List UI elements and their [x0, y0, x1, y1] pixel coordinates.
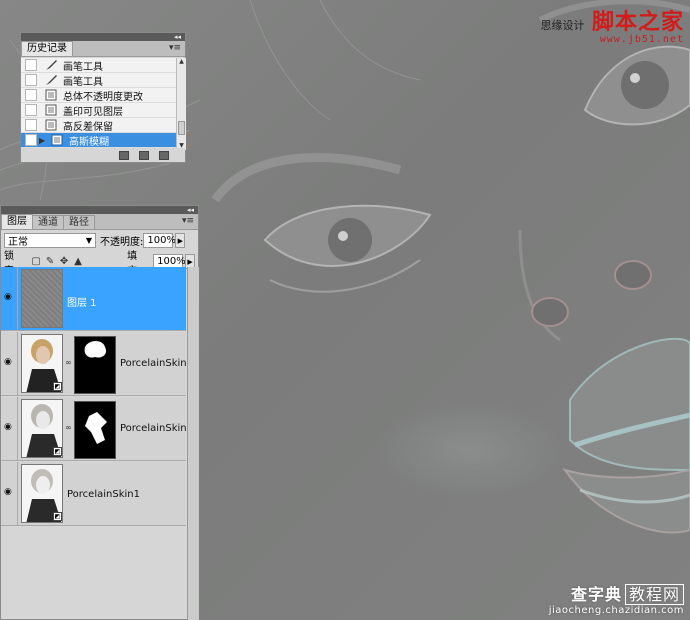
history-snapshot-checkbox[interactable]	[25, 119, 37, 131]
lock-image-pixels-icon[interactable]: ✎	[45, 256, 55, 267]
scrollbar-thumb[interactable]	[178, 121, 185, 135]
chain-link-icon[interactable]: ∞	[65, 423, 72, 432]
history-footer	[21, 148, 185, 162]
history-item[interactable]: 总体不透明度更改	[21, 88, 176, 103]
watermark-brand: 脚本之家	[591, 9, 684, 35]
smart-filter-badge-icon: ◩	[53, 512, 62, 521]
layer-row[interactable]: ◉ ◩ ∞ PorcelainSkin...	[1, 397, 196, 461]
collapse-icon[interactable]: ◂◂	[174, 33, 181, 41]
brush-icon	[44, 74, 58, 86]
history-scrollbar[interactable]: ▲ ▼	[176, 58, 186, 150]
eye-icon[interactable]: ◉	[4, 488, 14, 497]
watermark-bottom-url: jiaocheng.chazidian.com	[548, 605, 684, 616]
layer-name[interactable]: PorcelainSkin1	[67, 489, 140, 500]
smart-filter-badge-icon: ◩	[53, 447, 62, 456]
smart-filter-badge-icon: ◩	[53, 382, 62, 391]
layer-row[interactable]: ◉ ◩ PorcelainSkin1	[1, 462, 186, 526]
tab-channels[interactable]: 通道	[32, 215, 64, 229]
history-item-label: 高斯模糊	[69, 136, 109, 148]
panel-menu-icon[interactable]: ▾≡	[169, 43, 181, 53]
lock-position-icon[interactable]: ✥	[59, 256, 69, 267]
history-snapshot-checkbox[interactable]	[25, 74, 37, 86]
collapse-icon[interactable]: ◂◂	[187, 206, 194, 214]
layer-row[interactable]: ◉ ◩ ∞ PorcelainSkin...	[1, 332, 196, 396]
history-snapshot-checkbox[interactable]	[25, 59, 37, 71]
layer-row-selected[interactable]: ◉ 图层 1	[1, 267, 186, 331]
layers-scrollbar[interactable]	[187, 267, 199, 620]
tab-paths[interactable]: 路径	[63, 215, 95, 229]
chain-link-icon[interactable]: ∞	[65, 358, 72, 367]
watermark-bottom-text: 查字典	[570, 585, 622, 604]
brush-icon	[44, 59, 58, 71]
lock-transparent-pixels-icon[interactable]: ▢	[31, 256, 41, 267]
tab-layers[interactable]: 图层	[1, 214, 33, 229]
history-snapshot-checkbox[interactable]	[25, 134, 37, 146]
eye-icon[interactable]: ◉	[4, 423, 14, 432]
layers-tabbar: 图层 通道 路径 ▾≡	[1, 214, 198, 230]
history-item[interactable]: 高反差保留	[21, 118, 176, 133]
history-state-icon	[50, 134, 64, 146]
lips-shape	[562, 337, 690, 534]
history-item-label: 画笔工具	[63, 76, 103, 88]
history-snapshot-checkbox[interactable]	[25, 89, 37, 101]
eye-icon[interactable]: ◉	[4, 358, 14, 367]
layer-thumbnail	[21, 269, 63, 328]
history-panel: ◂◂ 历史记录 ▾≡ 画笔工具 画笔工具 总体不透明度更改 盖印可见图层 高反差…	[20, 32, 186, 163]
history-item-selected[interactable]: ▶ 高斯模糊	[21, 133, 176, 148]
lock-all-icon[interactable]: ▲	[73, 256, 83, 267]
history-state-icon	[44, 89, 58, 101]
new-document-from-state-icon[interactable]	[119, 150, 129, 160]
history-tabbar: 历史记录 ▾≡	[21, 41, 185, 57]
left-eye-shape	[263, 204, 432, 293]
blend-mode-value: 正常	[8, 237, 28, 248]
history-item-label: 画笔工具	[63, 61, 103, 73]
tab-history[interactable]: 历史记录	[21, 41, 73, 56]
history-item[interactable]: 画笔工具	[21, 73, 176, 88]
blend-mode-select[interactable]: 正常 ▼	[4, 233, 96, 248]
watermark-top: 思缘设计 脚本之家 www.jb51.net	[540, 4, 684, 45]
history-item-label: 总体不透明度更改	[63, 91, 143, 103]
eye-icon[interactable]: ◉	[4, 293, 14, 302]
layers-panel-titlebar[interactable]: ◂◂	[1, 206, 198, 214]
opacity-slider-arrow-icon[interactable]: ▶	[175, 233, 186, 248]
layer-name[interactable]: PorcelainSkin...	[120, 358, 196, 369]
history-item[interactable]: 盖印可见图层	[21, 103, 176, 118]
blend-opacity-row: 正常 ▼ 不透明度: 100% ▶	[1, 230, 198, 251]
history-state-icon	[44, 119, 58, 131]
layer-mask-thumbnail[interactable]	[74, 336, 116, 394]
chevron-down-icon: ▼	[85, 236, 92, 245]
watermark-bottom: 查字典 教程网 jiaocheng.chazidian.com	[549, 581, 684, 616]
trash-icon[interactable]	[159, 150, 169, 160]
history-item-label: 盖印可见图层	[63, 106, 123, 118]
layer-mask-thumbnail[interactable]	[74, 401, 116, 459]
layer-name[interactable]: 图层 1	[67, 294, 97, 309]
history-list: 画笔工具 画笔工具 总体不透明度更改 盖印可见图层 高反差保留 ▶ 高斯模糊	[21, 58, 176, 150]
watermark-bottom-boxed: 教程网	[624, 584, 684, 605]
camera-snapshot-icon[interactable]	[139, 150, 149, 160]
history-item[interactable]: 画笔工具	[21, 58, 176, 73]
history-snapshot-checkbox[interactable]	[25, 104, 37, 116]
scroll-up-icon[interactable]: ▲	[177, 58, 186, 66]
panel-menu-icon[interactable]: ▾≡	[182, 216, 194, 226]
layers-panel: ◂◂ 图层 通道 路径 ▾≡ 正常 ▼ 不透明度: 100% ▶ 锁定: ▢ ✎…	[0, 205, 199, 620]
history-state-icon	[44, 104, 58, 116]
history-panel-titlebar[interactable]: ◂◂	[21, 33, 185, 41]
history-state-arrow-icon: ▶	[39, 135, 46, 145]
watermark-prefix: 思缘设计	[540, 19, 585, 32]
layer-name[interactable]: PorcelainSkin...	[120, 423, 196, 434]
history-item-label: 高反差保留	[63, 121, 113, 133]
